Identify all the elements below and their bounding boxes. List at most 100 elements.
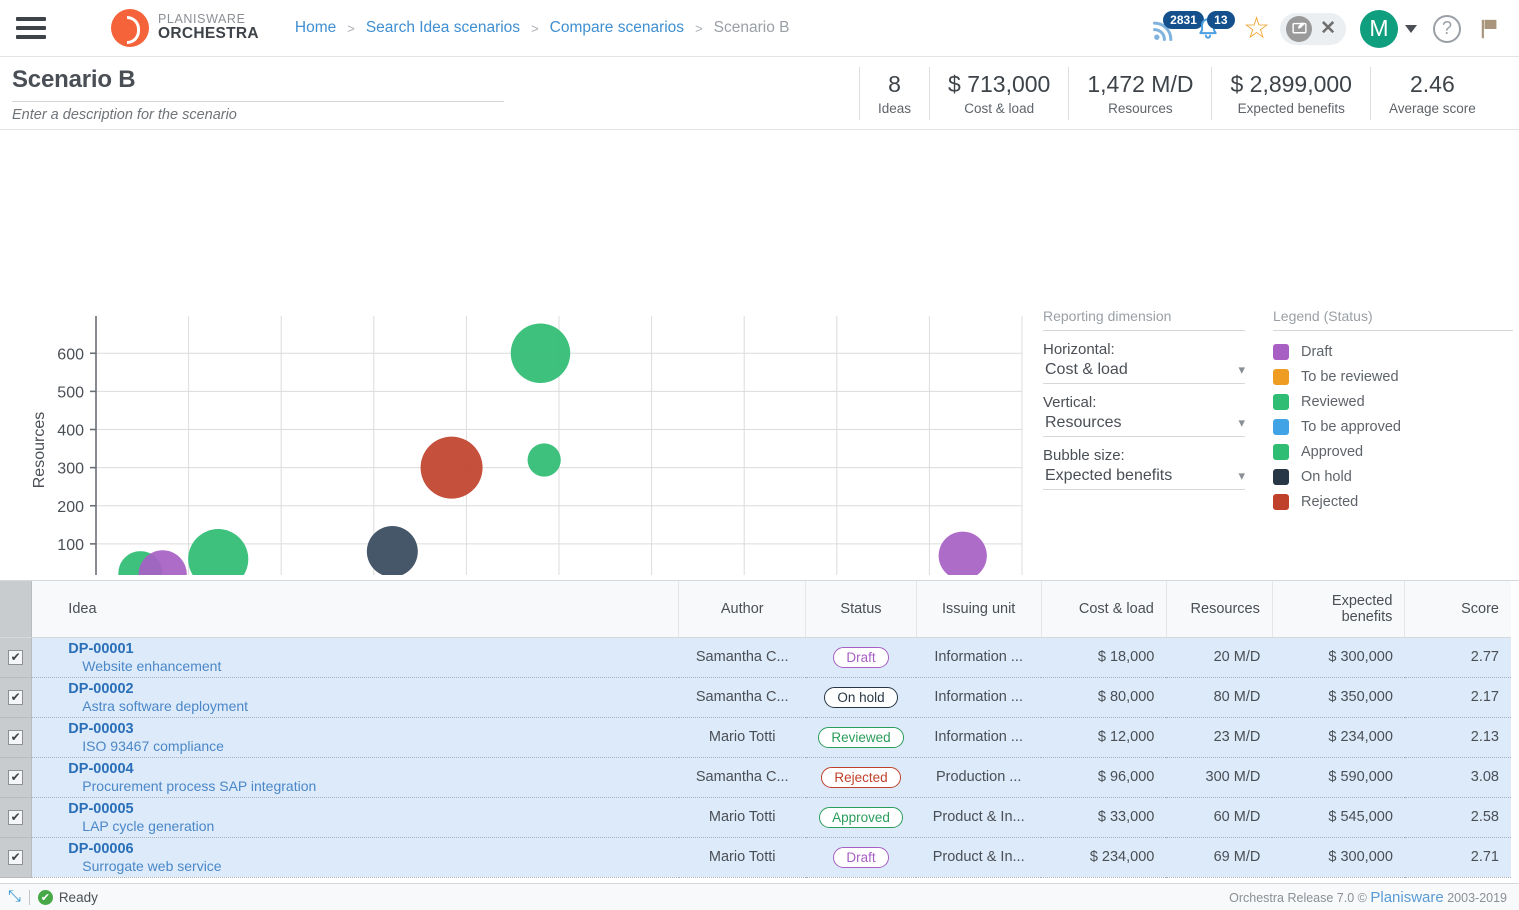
bubble-dp-00002[interactable] [366,526,418,575]
idea-name-link[interactable]: LAP cycle generation [68,818,666,834]
table-row[interactable]: ✔ DP-00002 Astra software deployment Samant… [0,677,1511,718]
legend-item[interactable]: Reviewed [1273,394,1513,410]
column-header-cost-load[interactable]: Cost & load [1041,581,1167,638]
notifications-button[interactable]: 13 [1195,10,1235,43]
row-checkbox[interactable]: ✔ [8,649,24,665]
author-cell: Mario Totti [678,797,806,838]
score-cell: 2.17 [1404,677,1511,718]
expand-icon[interactable]: ⤡ [8,888,21,906]
resources-cell: 23 M/D [1166,717,1273,758]
column-header-status[interactable]: Status [805,581,917,638]
legend-item[interactable]: Rejected [1273,494,1513,510]
kpi-value: $ 713,000 [948,70,1051,97]
bubble-dp-00008[interactable] [527,443,561,477]
breadcrumb-separator: > [347,20,355,36]
y-axis-tick-label: 500 [57,384,84,401]
table-row[interactable]: ✔ DP-00006 Surrogate web service Mario Tott… [0,837,1511,878]
row-select-cell[interactable]: ✔ [0,717,33,758]
table-row[interactable]: ✔ DP-00003 ISO 93467 compliance Mario Totti… [0,717,1511,758]
resources-cell: 300 M/D [1166,757,1273,798]
breadcrumb-item-home[interactable]: Home [295,19,336,37]
row-select-cell[interactable]: ✔ [0,677,33,718]
favorites-button[interactable]: ☆ [1243,13,1270,44]
legend-item[interactable]: To be approved [1273,419,1513,435]
idea-name-link[interactable]: Procurement process SAP integration [68,778,666,794]
breadcrumb-item-compare-scenarios[interactable]: Compare scenarios [550,19,684,37]
idea-name-link[interactable]: ISO 93467 compliance [68,738,666,754]
idea-code-link[interactable]: DP-00004 [68,761,666,777]
kpi-average-score: 2.46 Average score [1369,67,1494,120]
table-body: ✔ DP-00001 Website enhancement Samantha C..… [0,637,1511,878]
table-row[interactable]: ✔ DP-00005 LAP cycle generation Mario Totti… [0,797,1511,838]
expected-benefits-cell: $ 350,000 [1272,677,1405,718]
row-select-cell[interactable]: ✔ [0,637,33,678]
breadcrumb-item-search-idea-scenarios[interactable]: Search Idea scenarios [366,19,520,37]
idea-code-link[interactable]: DP-00002 [68,681,666,697]
idea-code-link[interactable]: DP-00003 [68,721,666,737]
brand-text: Planisware [1370,888,1444,906]
idea-name-link[interactable]: Astra software deployment [68,698,666,714]
breadcrumb-item-current: Scenario B [713,19,790,36]
column-header-issuing-unit[interactable]: Issuing unit [916,581,1042,638]
kpi-expected-benefits: $ 2,899,000 Expected benefits [1211,67,1370,120]
status-badge: Reviewed [818,726,904,748]
bubble-dp-00006[interactable] [938,531,987,575]
planisware-logo-icon [111,9,149,47]
kpi-label: Resources [1108,101,1173,117]
help-button[interactable]: ? [1433,14,1461,43]
idea-code-link[interactable]: DP-00006 [68,841,666,857]
row-checkbox[interactable]: ✔ [8,849,24,865]
row-checkbox[interactable]: ✔ [8,729,24,745]
table-row[interactable]: ✔ DP-00001 Website enhancement Samantha C..… [0,637,1511,678]
idea-name-link[interactable]: Surrogate web service [68,858,666,874]
legend-item-label: Draft [1301,344,1333,360]
idea-code-link[interactable]: DP-00005 [68,801,666,817]
issuing-unit-cell: Information ... [916,717,1042,758]
menu-toggle-icon[interactable] [16,17,46,39]
idea-name-link[interactable]: Website enhancement [68,658,666,674]
ideas-table-container[interactable]: Idea Author Status Issuing unit Cost & l… [0,580,1519,885]
close-screenshot-button[interactable]: ✕ [1320,17,1336,40]
legend-item-list: Draft To be reviewed Reviewed To be approve… [1273,344,1513,510]
chevron-down-icon: ▾ [1238,468,1245,483]
row-checkbox[interactable]: ✔ [8,769,24,785]
bubble-chart[interactable]: 0100200300400500600025,00050,00075,00010… [0,130,1030,575]
bubble-dp-00007[interactable] [510,323,571,383]
idea-cell: DP-00002 Astra software deployment [31,677,679,718]
bubble-size-select[interactable]: Expected benefits ▾ [1043,464,1245,490]
vertical-dimension-select[interactable]: Resources ▾ [1043,411,1245,437]
resources-cell: 80 M/D [1166,677,1273,718]
table-row[interactable]: ✔ DP-00004 Procurement process SAP integra… [0,757,1511,798]
flag-button[interactable] [1479,16,1501,42]
chevron-down-icon[interactable] [1405,24,1417,33]
column-header-resources[interactable]: Resources [1166,581,1273,638]
legend-item[interactable]: Approved [1273,444,1513,460]
row-select-cell[interactable]: ✔ [0,757,33,798]
bubble-dp-00004[interactable] [420,436,483,499]
row-select-cell[interactable]: ✔ [0,837,33,878]
idea-code-link[interactable]: DP-00001 [68,641,666,657]
column-header-author[interactable]: Author [678,581,807,638]
legend-item[interactable]: To be reviewed [1273,369,1513,385]
horizontal-dimension-select[interactable]: Cost & load ▾ [1043,358,1245,384]
row-checkbox[interactable]: ✔ [8,809,24,825]
legend-item[interactable]: On hold [1273,469,1513,485]
column-header-idea[interactable]: Idea [31,581,680,638]
legend-item[interactable]: Draft [1273,344,1513,360]
rss-feed-button[interactable]: 2831 [1151,10,1204,43]
column-header-score[interactable]: Score [1404,581,1511,638]
status-badge: Rejected [821,766,901,788]
resources-cell: 60 M/D [1166,797,1273,838]
scenario-description-input[interactable]: Enter a description for the scenario [12,107,843,123]
screenshot-button[interactable] [1286,15,1313,42]
planisware-logo: PLANISWARE ORCHESTRA [111,9,259,47]
legend-item-label: Reviewed [1301,394,1365,410]
bubble-dp-00005[interactable] [188,529,249,575]
avatar[interactable]: M [1360,9,1398,48]
row-checkbox[interactable]: ✔ [8,689,24,705]
column-header-expected-benefits[interactable]: Expected benefits [1272,581,1406,638]
select-all-column-header[interactable] [0,581,33,638]
score-cell: 2.71 [1404,837,1511,878]
idea-cell: DP-00001 Website enhancement [31,637,679,678]
row-select-cell[interactable]: ✔ [0,797,33,838]
